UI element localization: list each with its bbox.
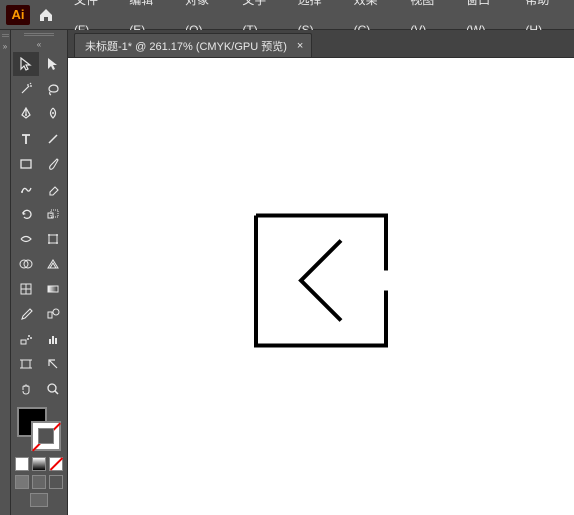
paintbrush-tool[interactable] [40, 152, 66, 176]
width-tool[interactable] [13, 227, 39, 251]
rectangle-tool[interactable] [13, 152, 39, 176]
fill-stroke-swatches[interactable] [17, 407, 61, 451]
shaper-tool[interactable] [13, 177, 39, 201]
symbol-sprayer-tool[interactable] [13, 327, 39, 351]
artwork-shape[interactable] [246, 205, 396, 358]
expand-chevrons-icon[interactable]: » [0, 42, 10, 51]
toolbox: « [11, 30, 68, 515]
toolbox-collapse-icon[interactable]: « [37, 40, 41, 48]
column-graph-tool[interactable] [40, 327, 66, 351]
curvature-tool[interactable] [40, 102, 66, 126]
document-tab-bar: 未标题-1* @ 261.17% (CMYK/GPU 预览) × [68, 30, 574, 58]
canvas[interactable] [68, 58, 574, 515]
document-area: 未标题-1* @ 261.17% (CMYK/GPU 预览) × [68, 30, 574, 515]
zoom-tool[interactable] [40, 377, 66, 401]
screen-mode-icon[interactable] [30, 493, 48, 507]
free-transform-tool[interactable] [40, 227, 66, 251]
color-mode-gradient[interactable] [32, 457, 46, 471]
toolbox-grip-icon [24, 33, 54, 37]
draw-mode-row [15, 475, 63, 489]
perspective-grid-tool[interactable] [40, 252, 66, 276]
document-tab-label: 未标题-1* @ 261.17% (CMYK/GPU 预览) [85, 38, 287, 54]
menu-bar: Ai 文件(F) 编辑(E) 对象(O) 文字(T) 选择(S) 效果(C) 视… [0, 0, 574, 30]
color-mode-row [15, 457, 63, 471]
slice-tool[interactable] [40, 352, 66, 376]
gradient-tool[interactable] [40, 277, 66, 301]
tool-grid [13, 52, 66, 401]
shape-builder-tool[interactable] [13, 252, 39, 276]
app-logo: Ai [6, 5, 30, 25]
selection-tool[interactable] [13, 52, 39, 76]
type-tool[interactable] [13, 127, 39, 151]
blend-tool[interactable] [40, 302, 66, 326]
draw-normal-icon[interactable] [15, 475, 29, 489]
hand-tool[interactable] [13, 377, 39, 401]
pen-tool[interactable] [13, 102, 39, 126]
scale-tool[interactable] [40, 202, 66, 226]
eraser-tool[interactable] [40, 177, 66, 201]
line-tool[interactable] [40, 127, 66, 151]
document-tab[interactable]: 未标题-1* @ 261.17% (CMYK/GPU 预览) × [74, 33, 312, 57]
color-mode-none[interactable] [49, 457, 63, 471]
color-mode-solid[interactable] [15, 457, 29, 471]
screen-mode-row[interactable] [30, 493, 48, 507]
draw-inside-icon[interactable] [49, 475, 63, 489]
mesh-tool[interactable] [13, 277, 39, 301]
home-icon[interactable] [36, 5, 56, 25]
draw-behind-icon[interactable] [32, 475, 46, 489]
eyedropper-tool[interactable] [13, 302, 39, 326]
panel-grip-icon [2, 34, 9, 38]
rotate-tool[interactable] [13, 202, 39, 226]
lasso-tool[interactable] [40, 77, 66, 101]
direct-selection-tool[interactable] [40, 52, 66, 76]
stroke-swatch[interactable] [31, 421, 61, 451]
collapsed-panel-strip[interactable]: » [0, 30, 11, 515]
artboard-tool[interactable] [13, 352, 39, 376]
magic-wand-tool[interactable] [13, 77, 39, 101]
close-icon[interactable]: × [297, 40, 303, 52]
